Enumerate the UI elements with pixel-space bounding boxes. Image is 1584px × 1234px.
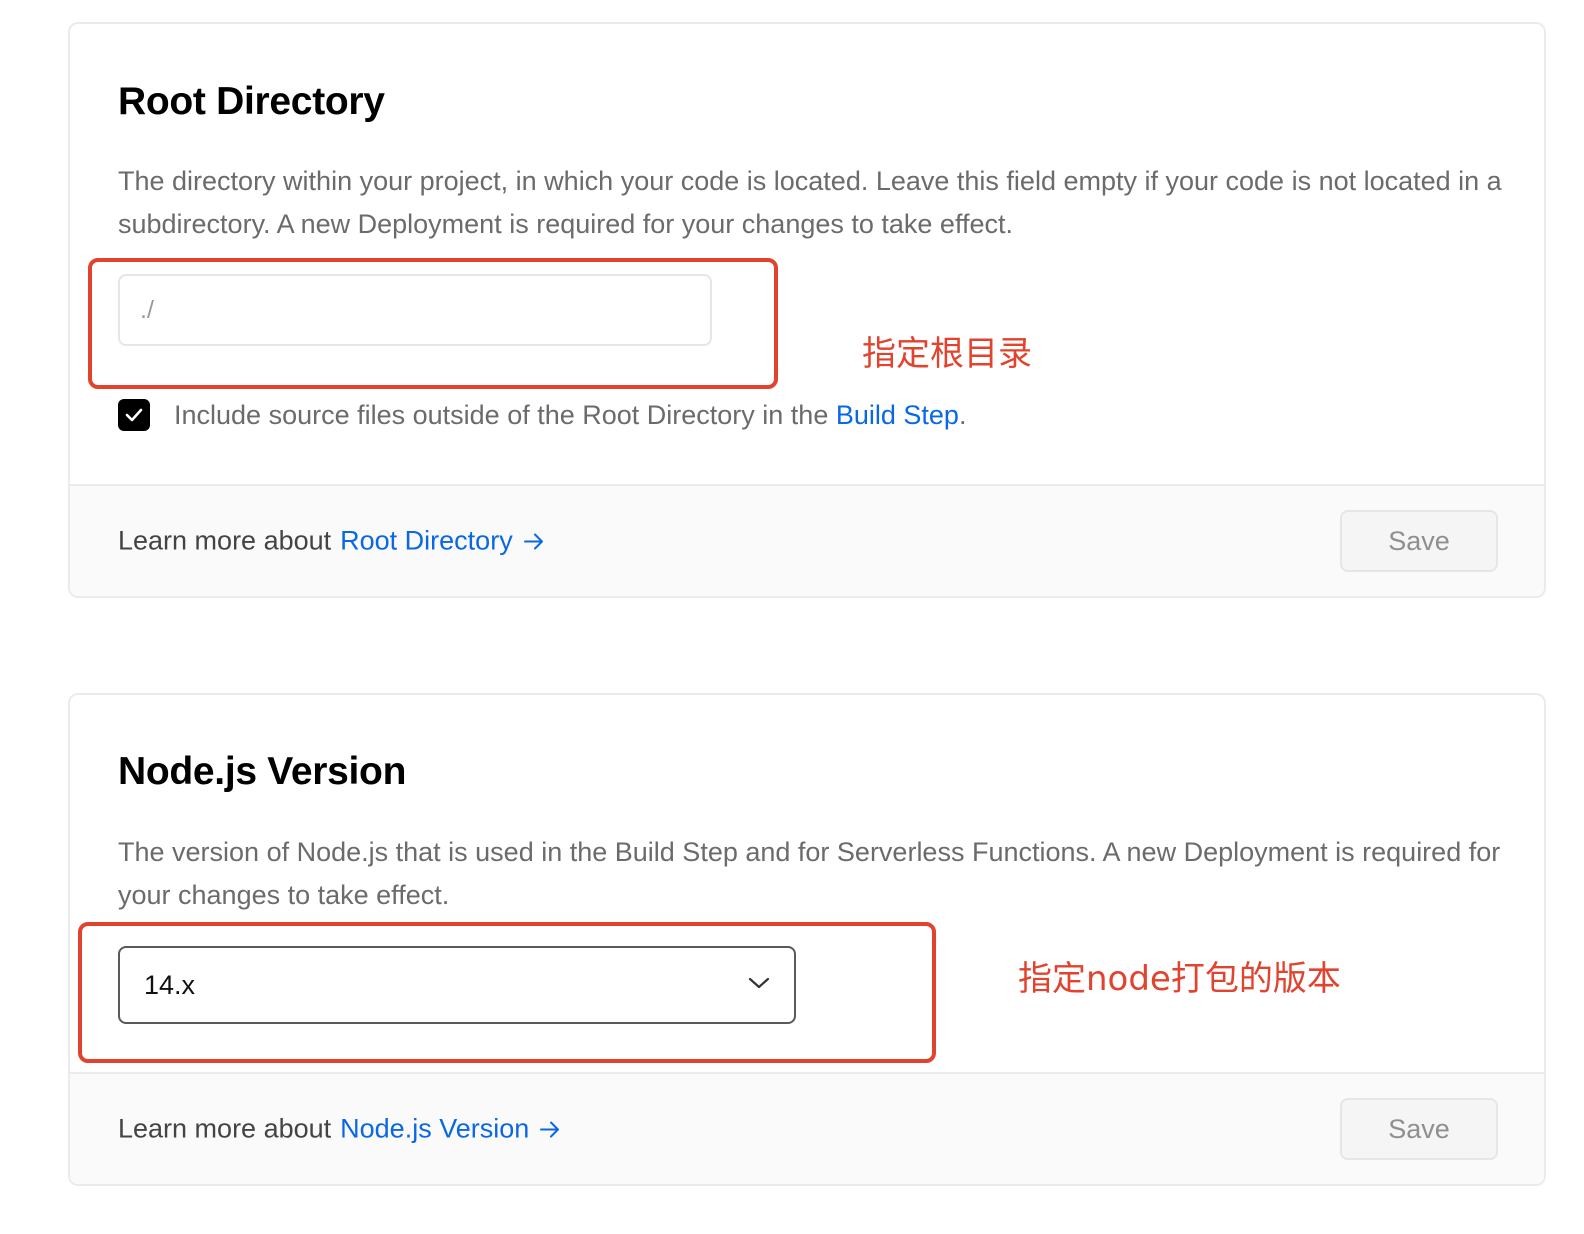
annotation-highlight-root-input	[88, 258, 778, 389]
annotation-node-version: 指定node打包的版本	[1018, 959, 1341, 999]
root-directory-docs-link[interactable]: Root Directory	[340, 526, 545, 557]
check-icon	[125, 408, 143, 422]
annotation-highlight-node-select	[78, 922, 936, 1063]
root-directory-save-button[interactable]: Save	[1340, 510, 1498, 572]
nodejs-version-footer: Learn more about Node.js Version Save	[70, 1072, 1544, 1184]
root-directory-title: Root Directory	[118, 80, 385, 123]
nodejs-version-description: The version of Node.js that is used in t…	[118, 837, 1501, 910]
arrow-right-icon	[539, 1120, 561, 1138]
arrow-right-icon	[523, 532, 545, 550]
build-step-link[interactable]: Build Step	[836, 400, 959, 431]
root-directory-docs-link-label: Root Directory	[340, 525, 513, 556]
learn-more-prefix: Learn more about	[118, 1113, 332, 1144]
checkbox-label-prefix: Include source files outside of the Root…	[174, 399, 829, 430]
root-directory-description: The directory within your project, in wh…	[118, 166, 1502, 239]
nodejs-version-title: Node.js Version	[118, 750, 407, 793]
nodejs-version-docs-link-label: Node.js Version	[340, 1113, 530, 1144]
learn-more-text: Learn more about Node.js Version	[118, 1114, 561, 1145]
learn-more-text: Learn more about Root Directory	[118, 526, 545, 557]
include-source-files-option: Include source files outside of the Root…	[118, 399, 966, 431]
include-source-files-checkbox[interactable]	[118, 399, 150, 431]
nodejs-version-save-button[interactable]: Save	[1340, 1098, 1498, 1160]
learn-more-prefix: Learn more about	[118, 525, 332, 556]
annotation-root-directory: 指定根目录	[862, 334, 1032, 374]
root-directory-footer: Learn more about Root Directory Save	[70, 484, 1544, 596]
checkbox-label-suffix: .	[958, 399, 967, 430]
nodejs-version-docs-link[interactable]: Node.js Version	[340, 1114, 561, 1145]
